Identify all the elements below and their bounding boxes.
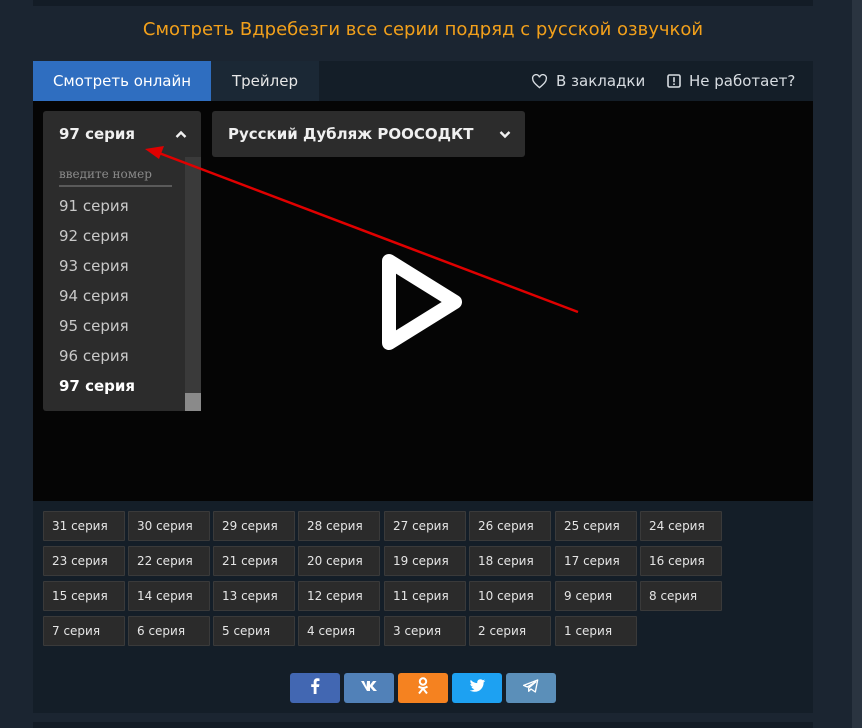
play-icon[interactable] <box>377 249 467 355</box>
episode-search-input[interactable] <box>59 163 172 187</box>
episode-button[interactable]: 17 серия <box>555 546 637 576</box>
report-broken-button[interactable]: Не работает? <box>667 61 795 101</box>
episode-button[interactable]: 16 серия <box>640 546 722 576</box>
episode-dropdown-scrollbar[interactable] <box>185 157 201 411</box>
episode-button[interactable]: 20 серия <box>298 546 380 576</box>
episode-button[interactable]: 15 серия <box>43 581 125 611</box>
episode-option[interactable]: 95 серия <box>43 311 201 341</box>
twitter-share-button[interactable] <box>452 673 502 703</box>
voice-dropdown[interactable]: Русский Дубляж РООСОДКТ <box>212 111 525 157</box>
episode-button[interactable]: 29 серия <box>213 511 295 541</box>
video-area[interactable]: 97 серия 91 серия92 серия93 серия94 сери… <box>33 101 813 501</box>
bookmark-label: В закладки <box>556 72 646 90</box>
episode-button[interactable]: 9 серия <box>555 581 637 611</box>
episode-option[interactable]: 91 серия <box>43 191 201 221</box>
telegram-share-button[interactable] <box>506 673 556 703</box>
player-tabs: Смотреть онлайн Трейлер В закладки Не ра… <box>33 61 813 101</box>
episode-button[interactable]: 12 серия <box>298 581 380 611</box>
top-strip <box>33 0 813 6</box>
episode-button[interactable]: 31 серия <box>43 511 125 541</box>
facebook-share-button[interactable] <box>290 673 340 703</box>
episode-dropdown[interactable]: 97 серия 91 серия92 серия93 серия94 сери… <box>43 111 201 411</box>
episode-dropdown-toggle[interactable]: 97 серия <box>43 111 201 157</box>
episode-button[interactable]: 13 серия <box>213 581 295 611</box>
episode-button[interactable]: 25 серия <box>555 511 637 541</box>
odnoklassniki-share-button[interactable] <box>398 673 448 703</box>
tab-watch-online[interactable]: Смотреть онлайн <box>33 61 211 101</box>
alert-icon <box>667 74 681 88</box>
episode-button[interactable]: 14 серия <box>128 581 210 611</box>
episode-option[interactable]: 92 серия <box>43 221 201 251</box>
episode-button[interactable]: 6 серия <box>128 616 210 646</box>
episode-option[interactable]: 93 серия <box>43 251 201 281</box>
episode-button[interactable]: 8 серия <box>640 581 722 611</box>
odnoklassniki-icon <box>417 677 429 699</box>
episode-option[interactable]: 97 серия <box>43 371 201 401</box>
page-title: Смотреть Вдребезги все серии подряд с ру… <box>142 19 704 40</box>
episode-dropdown-current: 97 серия <box>59 125 136 143</box>
tab-trailer[interactable]: Трейлер <box>211 61 319 101</box>
vk-icon <box>360 680 378 696</box>
episode-button[interactable]: 1 серия <box>555 616 637 646</box>
episode-button[interactable]: 18 серия <box>469 546 551 576</box>
episode-button[interactable]: 11 серия <box>384 581 466 611</box>
voice-dropdown-current: Русский Дубляж РООСОДКТ <box>228 125 474 143</box>
player-container: Смотреть онлайн Трейлер В закладки Не ра… <box>33 61 813 713</box>
vk-share-button[interactable] <box>344 673 394 703</box>
episode-button[interactable]: 22 серия <box>128 546 210 576</box>
chevron-down-icon <box>499 111 511 175</box>
episode-button[interactable]: 28 серия <box>298 511 380 541</box>
episode-button[interactable]: 24 серия <box>640 511 722 541</box>
telegram-icon <box>523 679 539 697</box>
twitter-icon <box>469 679 486 697</box>
episode-options: 91 серия 92 серия 93 серия 94 серия 95 серия… <box>43 191 201 401</box>
page-scrollbar[interactable] <box>852 0 862 728</box>
episode-button[interactable]: 30 серия <box>128 511 210 541</box>
episode-button[interactable]: 27 серия <box>384 511 466 541</box>
facebook-icon <box>310 678 320 698</box>
episode-button[interactable]: 7 серия <box>43 616 125 646</box>
episode-button[interactable]: 23 серия <box>43 546 125 576</box>
episode-button[interactable]: 3 серия <box>384 616 466 646</box>
bookmark-button[interactable]: В закладки <box>531 61 645 101</box>
episode-button[interactable]: 21 серия <box>213 546 295 576</box>
episode-option[interactable]: 94 серия <box>43 281 201 311</box>
episode-button[interactable]: 4 серия <box>298 616 380 646</box>
episode-option[interactable]: 96 серия <box>43 341 201 371</box>
episode-button[interactable]: 2 серия <box>469 616 551 646</box>
report-broken-label: Не работает? <box>689 72 796 90</box>
episode-button[interactable]: 10 серия <box>469 581 551 611</box>
episode-button[interactable]: 26 серия <box>469 511 551 541</box>
episode-button[interactable]: 5 серия <box>213 616 295 646</box>
heart-icon <box>531 73 548 89</box>
scrollbar-thumb[interactable] <box>185 393 201 411</box>
episode-button[interactable]: 19 серия <box>384 546 466 576</box>
bottom-strip <box>33 722 813 728</box>
share-bar <box>290 673 556 703</box>
